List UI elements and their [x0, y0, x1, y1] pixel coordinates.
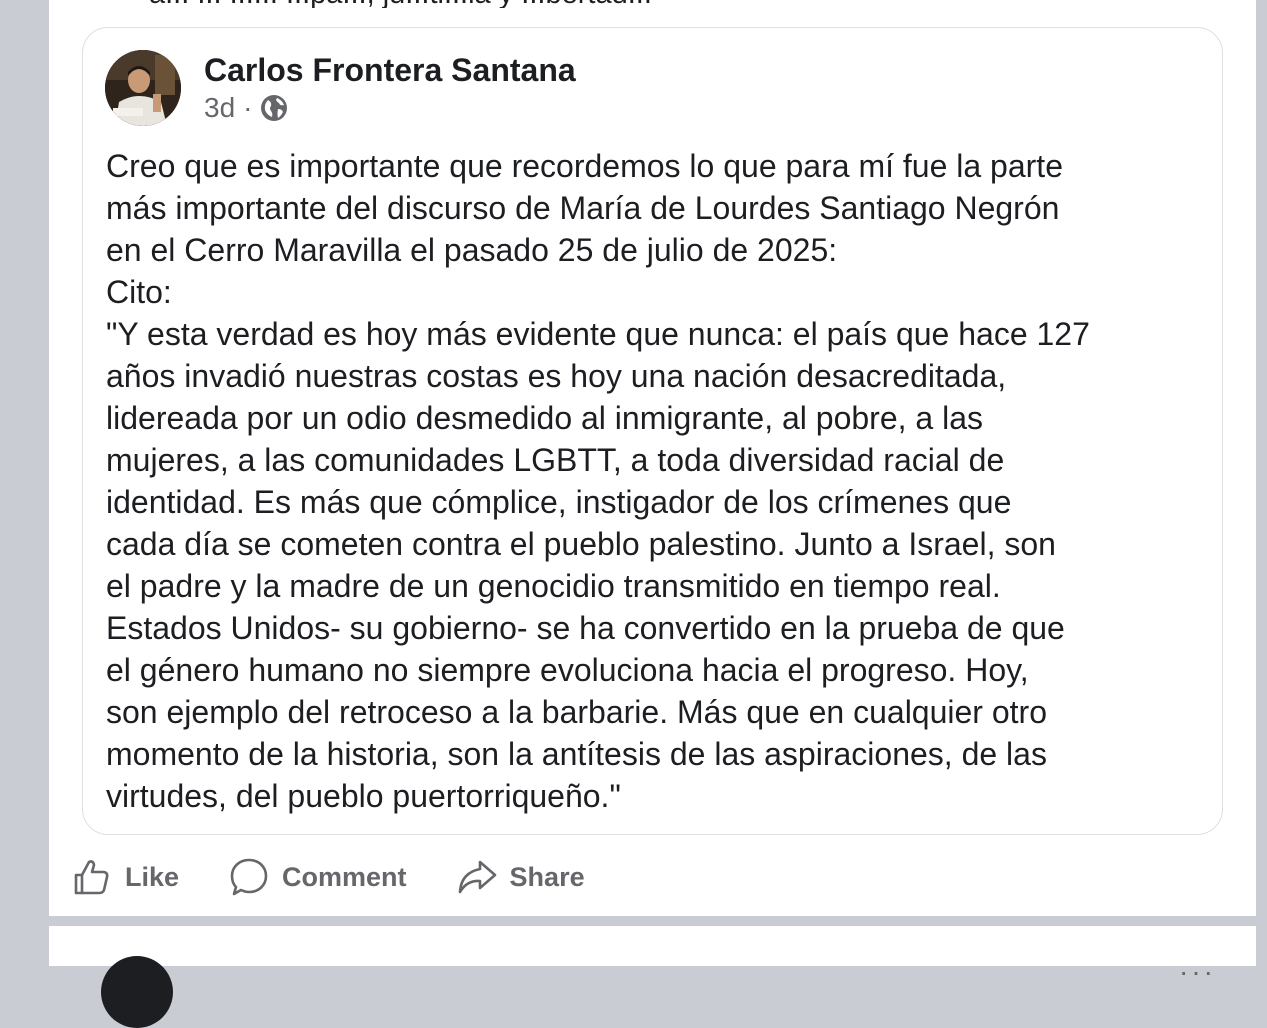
avatar-photo — [105, 50, 181, 126]
author-name[interactable]: Carlos Frontera Santana — [204, 52, 576, 89]
meta-separator: · — [243, 92, 253, 123]
post-body: Creo que es importante que recordemos lo… — [106, 145, 1206, 817]
post-body-line: "Y esta verdad es hoy más evidente que n… — [106, 316, 1090, 352]
globe-icon[interactable] — [260, 94, 288, 122]
post-time[interactable]: 3d — [204, 92, 235, 124]
post-meta: 3d · — [204, 92, 288, 124]
share-arrow-icon — [458, 860, 496, 894]
thumbs-up-icon — [74, 860, 109, 895]
post-body-line: lidereada por un odio desmedido al inmig… — [106, 400, 983, 436]
post-body-line: virtudes, del pueblo puertorriqueño." — [106, 778, 621, 814]
previous-post-text: a... ... ...... ...pa..., ju...ti...ia y… — [149, 0, 849, 8]
share-button[interactable]: Share — [457, 857, 585, 897]
like-label: Like — [125, 861, 180, 892]
more-options-icon[interactable]: ··· — [1179, 956, 1216, 988]
post-body-line: cada día se cometen contra el pueblo pal… — [106, 526, 1056, 562]
comment-bubble-icon — [230, 858, 268, 896]
post-body-line: el género humano no siempre evoluciona h… — [106, 652, 1029, 688]
share-label: Share — [509, 861, 585, 892]
post-body-line: mujeres, a las comunidades LGBTT, a toda… — [106, 442, 1005, 478]
post-actions: Like Comment Share — [72, 852, 635, 902]
shared-post[interactable]: Carlos Frontera Santana 3d · Creo que es… — [82, 27, 1223, 835]
post-body-line: son ejemplo del retroceso a la barbarie.… — [106, 694, 1047, 730]
post-body-line: en el Cerro Maravilla el pasado 25 de ju… — [106, 232, 838, 268]
post-body-line: años invadió nuestras costas es hoy una … — [106, 358, 1007, 394]
post-body-line: momento de la historia, son la antítesis… — [106, 736, 1047, 772]
post-body-line: más importante del discurso de María de … — [106, 190, 1060, 226]
next-post-avatar[interactable] — [101, 956, 173, 1028]
comment-button[interactable]: Comment — [229, 857, 407, 897]
post-body-line: Estados Unidos- su gobierno- se ha conve… — [106, 610, 1065, 646]
avatar[interactable] — [105, 50, 181, 126]
next-post-card: ··· — [49, 926, 1256, 1028]
post-body-line: identidad. Es más que cómplice, instigad… — [106, 484, 1012, 520]
post-body-line: el padre y la madre de un genocidio tran… — [106, 568, 1001, 604]
post-body-line: Cito: — [106, 274, 172, 310]
comment-label: Comment — [282, 861, 407, 892]
like-button[interactable]: Like — [72, 857, 179, 897]
post-body-line: Creo que es importante que recordemos lo… — [106, 148, 1063, 184]
